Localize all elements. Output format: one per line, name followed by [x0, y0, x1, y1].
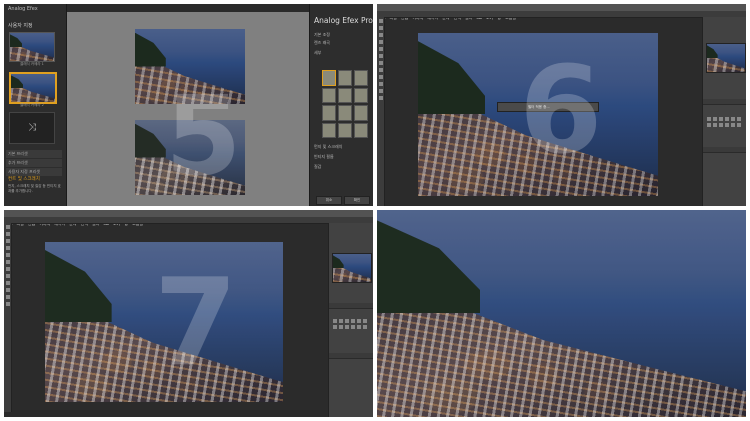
preset-description: 먼지, 스크래치 및 질감 등 빈티지 효과를 추가합니다.	[8, 184, 61, 193]
photoshop-window-processing: Ps파일편집이미지레이어문자선택필터3D보기창도움말 필터 적용 중... 6	[377, 4, 746, 206]
adjustment-icons[interactable]	[333, 319, 367, 329]
right-panels	[702, 17, 746, 206]
progress-dialog: 필터 적용 중...	[497, 102, 599, 112]
final-photo-panel	[377, 210, 746, 417]
preset-header[interactable]: 사용자 지정	[8, 22, 33, 29]
cancel-button[interactable]: 취소	[316, 196, 342, 205]
preset-thumb-2-selected[interactable]	[9, 72, 57, 104]
canvas-toolbar	[67, 4, 309, 12]
final-photo	[377, 210, 746, 417]
control-item-3[interactable]: 세부	[314, 50, 321, 56]
preset-row-1[interactable]: 기본 프리셋	[6, 150, 62, 158]
photoshop-window-result: Ps파일편집이미지레이어문자선택필터3D보기창도움말 7	[4, 210, 373, 417]
control-item-6[interactable]: 질감	[314, 164, 321, 170]
preset-thumb-1[interactable]	[9, 32, 55, 62]
document-image[interactable]	[418, 33, 658, 196]
layers-row[interactable]	[703, 147, 746, 153]
navigator-thumbnail[interactable]	[332, 253, 372, 283]
toolbox[interactable]	[377, 17, 385, 206]
navigator-thumbnail[interactable]	[706, 43, 746, 73]
panel-row-1[interactable]	[329, 303, 373, 309]
toolbox[interactable]	[4, 223, 12, 412]
preset-caption-2: 클래식 카메라 2	[20, 103, 44, 107]
preset-sidebar: Analog Efex 사용자 지정 클래식 카메라 1 클래식 카메라 2 ⤨…	[4, 4, 67, 206]
menu-bar[interactable]: Ps파일편집이미지레이어문자선택필터3D보기창도움말	[4, 210, 373, 226]
menu-bar[interactable]: Ps파일편집이미지레이어문자선택필터3D보기창도움말	[377, 4, 746, 20]
app-logo: Analog Efex	[8, 6, 38, 12]
control-item-4[interactable]: 먼지 및 스크래치	[314, 144, 342, 150]
control-item-2[interactable]: 렌즈 왜곡	[314, 40, 330, 46]
adjustment-icons[interactable]	[707, 117, 741, 127]
shuffle-icon[interactable]: ⤨	[9, 112, 55, 144]
analog-efex-window: Analog Efex 사용자 지정 클래식 카메라 1 클래식 카메라 2 ⤨…	[4, 4, 373, 206]
texture-grid[interactable]	[322, 70, 368, 138]
preset-row-3[interactable]: 사용자 지정 프리셋	[6, 168, 62, 176]
preview-image-before	[135, 120, 245, 195]
preview-image-after	[135, 29, 245, 104]
panel-row-1[interactable]	[703, 99, 746, 105]
progress-text: 필터 적용 중...	[528, 105, 550, 109]
control-panel: Analog Efex Pro 2 기본 조정 렌즈 왜곡 세부 먼지 및 스크…	[309, 4, 373, 206]
app-title: Analog Efex Pro 2	[314, 16, 373, 25]
right-panels	[328, 223, 373, 417]
options-bar[interactable]	[4, 217, 373, 224]
control-item-1[interactable]: 기본 조정	[314, 32, 330, 38]
layers-row[interactable]	[329, 353, 373, 359]
document-image[interactable]	[45, 242, 283, 402]
ok-button[interactable]: 확인	[344, 196, 370, 205]
preset-caption-1: 클래식 카메라 1	[20, 62, 44, 66]
selected-preset-title: 컨트 및 스크래치	[8, 177, 40, 182]
control-item-5[interactable]: 빈티지 필름	[314, 154, 334, 160]
options-bar[interactable]	[377, 11, 746, 18]
preset-row-2[interactable]: 추가 프리셋	[6, 159, 62, 167]
preview-canvas[interactable]: 5	[67, 12, 309, 206]
